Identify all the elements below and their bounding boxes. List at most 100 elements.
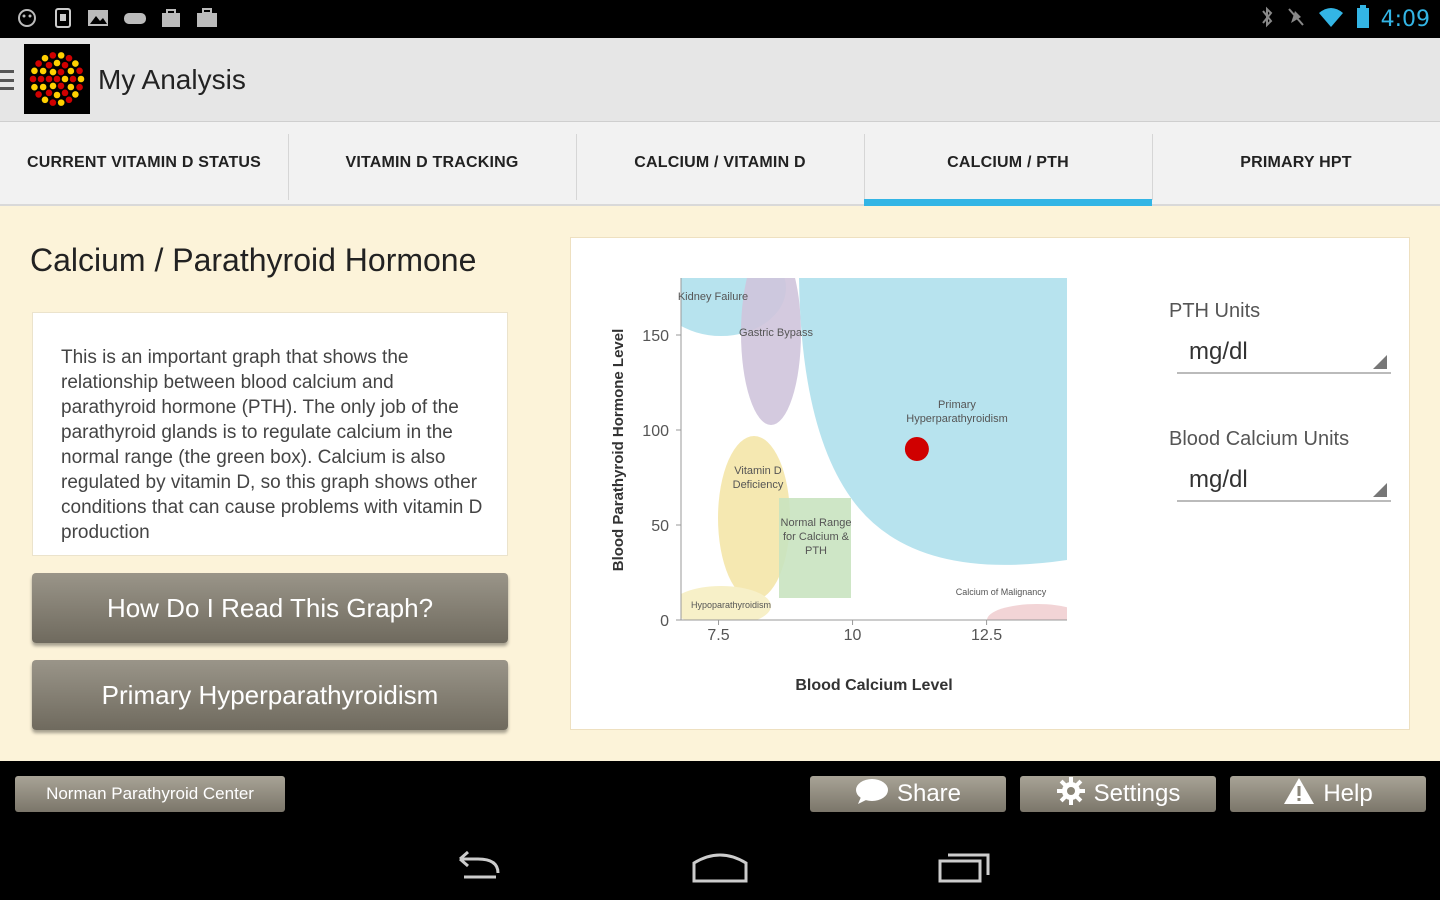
- logo-dot: [72, 91, 79, 98]
- x-tick-label: 10: [844, 627, 862, 644]
- logo-dot: [37, 75, 45, 83]
- logo-dot: [49, 82, 57, 90]
- data-point-patient: [904, 437, 929, 461]
- description-card: This is an important graph that shows th…: [32, 312, 508, 556]
- tab-calcium-vitamin-d[interactable]: CALCIUM / VITAMIN D: [576, 122, 864, 204]
- norman-parathyroid-center-button[interactable]: Norman Parathyroid Center: [15, 776, 285, 812]
- logo-dot: [41, 54, 49, 62]
- tab-calcium-pth[interactable]: CALCIUM / PTH: [864, 122, 1152, 206]
- logo-dot: [45, 75, 53, 83]
- share-label: Share: [896, 780, 962, 807]
- y-tick-label: 0: [660, 613, 669, 630]
- logo-dot: [65, 54, 73, 62]
- logo-dot: [41, 96, 49, 104]
- x-axis-label: Blood Calcium Level: [795, 677, 952, 694]
- app-logo[interactable]: [24, 44, 90, 114]
- logo-dot: [65, 96, 73, 104]
- tab-primary-hpt[interactable]: PRIMARY HPT: [1152, 122, 1440, 204]
- photo-icon: [86, 6, 112, 30]
- settings-button[interactable]: Settings: [1020, 776, 1216, 812]
- logo-dot: [67, 83, 75, 91]
- mute-icon: [1285, 5, 1307, 34]
- logo-dot: [39, 83, 47, 91]
- battery-icon: [1355, 4, 1371, 35]
- recent-apps-icon[interactable]: [934, 845, 994, 889]
- primary-hyperparathyroidism-button[interactable]: Primary Hyperparathyroidism: [32, 660, 508, 730]
- y-axis-label: Blood Parathyroid Hormone Level: [610, 329, 627, 572]
- logo-dot: [35, 91, 42, 98]
- logo-dot: [53, 59, 61, 67]
- logo-dot: [69, 75, 77, 83]
- help-label: Help: [1323, 780, 1373, 807]
- bluetooth-icon: [1259, 5, 1275, 34]
- calcium-units-select[interactable]: mg/dl: [1177, 462, 1391, 502]
- label-hypoparathyroidism: Hypoparathyroidism: [691, 600, 771, 610]
- logo-dot: [76, 67, 83, 75]
- back-icon[interactable]: [446, 845, 506, 889]
- logo-dot: [29, 75, 37, 83]
- label-kidney-failure: Kidney Failure: [678, 291, 748, 303]
- logo-dot: [31, 67, 38, 75]
- calcium-units-value: mg/dl: [1189, 466, 1248, 493]
- settings-label: Settings: [1093, 780, 1181, 807]
- bottom-toolbar: Norman Parathyroid Center Share Settings…: [0, 761, 1440, 831]
- logo-dot: [76, 83, 83, 91]
- status-bar: 4:09: [0, 0, 1440, 38]
- app-title: My Analysis: [98, 64, 246, 95]
- logo-dot: [57, 82, 65, 90]
- android-icon: [14, 6, 40, 30]
- calcium-units-label: Blood Calcium Units: [1169, 428, 1350, 450]
- logo-dot: [49, 52, 57, 59]
- logo-dot: [57, 99, 65, 106]
- page-title: Calcium / Parathyroid Hormone: [30, 242, 477, 278]
- logo-dot: [35, 60, 42, 67]
- logo-dot: [39, 67, 47, 75]
- warning-icon: [1283, 777, 1315, 812]
- logo-dot: [61, 89, 69, 97]
- logo-dot: [57, 68, 65, 76]
- logo-dot: [61, 75, 69, 83]
- action-bar: My Analysis: [0, 38, 1440, 122]
- logo-dot: [49, 99, 57, 106]
- tab-current-vitamin-d-status[interactable]: CURRENT VITAMIN D STATUS: [0, 122, 288, 204]
- briefcase-icon: [194, 6, 220, 30]
- logo-dot: [57, 52, 65, 59]
- logo-dot: [53, 75, 61, 83]
- drawer-menu-icon[interactable]: [0, 70, 14, 90]
- logo-dot: [49, 68, 57, 76]
- pth-units-select[interactable]: mg/dl: [1177, 334, 1391, 374]
- notification-icons: [14, 6, 220, 30]
- description-text: This is an important graph that shows th…: [61, 347, 483, 543]
- dropdown-arrow-icon: [1373, 355, 1387, 369]
- logo-dot: [77, 75, 85, 83]
- wifi-icon: [1317, 5, 1345, 34]
- y-tick-label: 150: [642, 328, 669, 345]
- x-tick-label: 7.5: [707, 627, 729, 644]
- sd-card-icon: [50, 6, 76, 30]
- x-tick-label: 12.5: [971, 627, 1002, 644]
- home-icon[interactable]: [690, 845, 750, 889]
- tab-bar: CURRENT VITAMIN D STATUS VITAMIN D TRACK…: [0, 122, 1440, 206]
- tab-vitamin-d-tracking[interactable]: VITAMIN D TRACKING: [288, 122, 576, 204]
- how-to-read-graph-button[interactable]: How Do I Read This Graph?: [32, 573, 508, 643]
- y-tick-label: 50: [651, 518, 669, 535]
- pth-units-value: mg/dl: [1189, 338, 1248, 365]
- game-icon: [122, 6, 148, 30]
- pth-units-label: PTH Units: [1169, 300, 1261, 322]
- share-button[interactable]: Share: [810, 776, 1006, 812]
- content-area: Calcium / Parathyroid Hormone This is an…: [0, 206, 1440, 761]
- dropdown-arrow-icon: [1373, 483, 1387, 497]
- logo-dot: [45, 61, 53, 69]
- help-button[interactable]: Help: [1230, 776, 1426, 812]
- chart-card: 0 50 100 150 7.5 10 12.5 Kidney Failure Gastr…: [570, 237, 1410, 730]
- shopping-bag-icon: [158, 6, 184, 30]
- logo-dot: [61, 61, 69, 69]
- system-nav-bar: [0, 831, 1440, 900]
- label-calcium-of-malignancy: Calcium of Malignancy: [956, 587, 1047, 597]
- logo-dot: [45, 89, 53, 97]
- speech-bubble-icon: [855, 777, 889, 812]
- logo-dot: [72, 60, 79, 67]
- gear-icon: [1056, 776, 1086, 813]
- y-tick-label: 100: [642, 423, 669, 440]
- clock: 4:09: [1380, 7, 1430, 32]
